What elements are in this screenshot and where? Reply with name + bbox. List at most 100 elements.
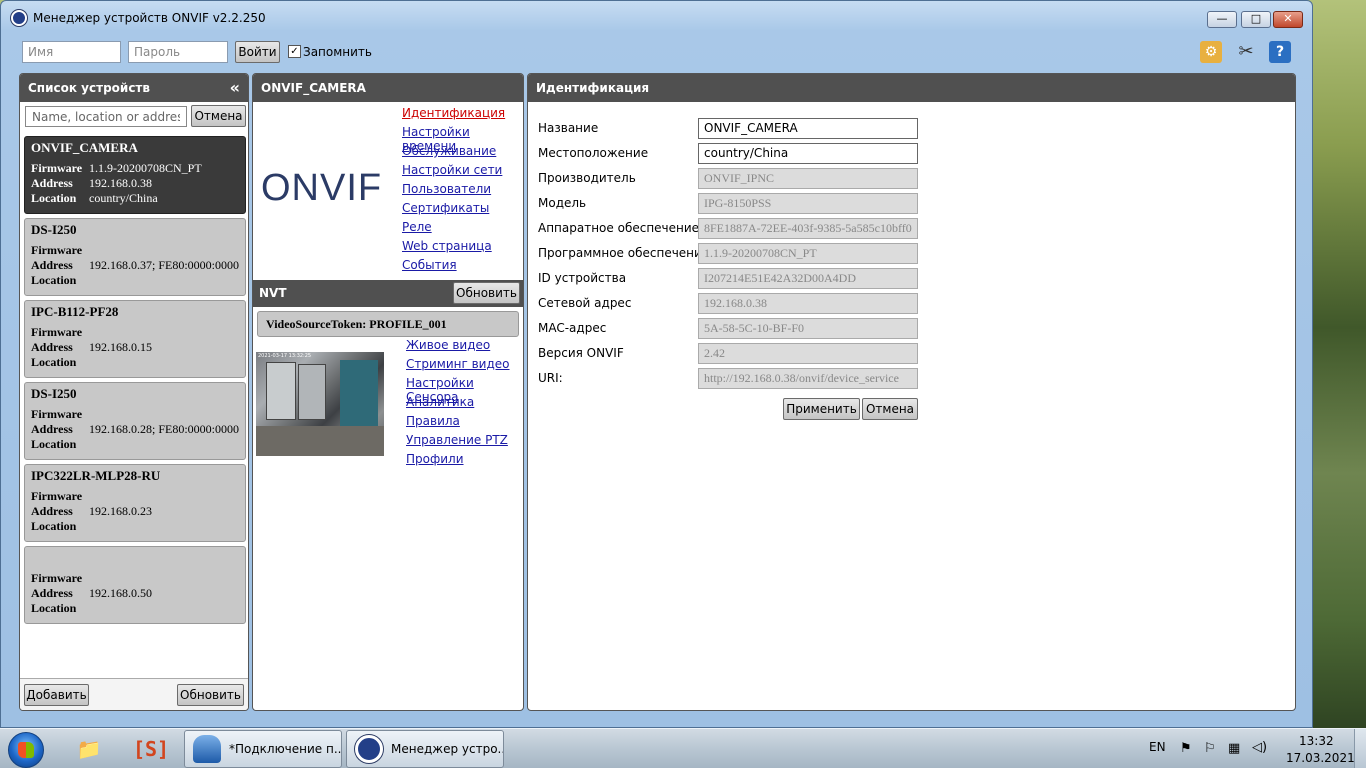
- device-list-panel: Список устройств « Отмена ONVIF_CAMERA F…: [19, 73, 249, 711]
- device-card[interactable]: DS-I250 Firmware Address 192.168.0.28; FE…: [24, 382, 246, 460]
- firmware-label: Firmware: [31, 243, 83, 257]
- menu-rules[interactable]: Правила: [406, 414, 523, 433]
- title-bar[interactable]: Менеджер устройств ONVIF v2.2.250 — □ ✕: [1, 1, 1312, 35]
- address-value: 192.168.0.15: [89, 340, 152, 354]
- refresh-devices-button[interactable]: Обновить: [177, 684, 244, 706]
- device-menu-panel: ONVIF_CAMERA ONVIF Идентификация Настрой…: [252, 73, 524, 711]
- menu-maintenance[interactable]: Обслуживание: [402, 144, 523, 163]
- field-label: Версия ONVIF: [538, 346, 624, 360]
- network-icon[interactable]: ⚙: [1200, 41, 1222, 63]
- network-tray-icon[interactable]: ▦: [1228, 741, 1240, 756]
- onvif-logo: ONVIF: [261, 167, 383, 209]
- location-field[interactable]: country/China: [698, 143, 918, 164]
- volume-icon[interactable]: ◁): [1252, 740, 1267, 755]
- collapse-icon[interactable]: «: [230, 74, 240, 102]
- search-cancel-button[interactable]: Отмена: [191, 105, 246, 127]
- address-label: Address: [31, 422, 73, 436]
- device-card[interactable]: IPC-B112-PF28 Firmware Address 192.168.0.…: [24, 300, 246, 378]
- menu-profiles[interactable]: Профили: [406, 452, 523, 471]
- menu-sensor-settings[interactable]: Настройки Сенсора: [406, 376, 523, 404]
- close-button[interactable]: ✕: [1273, 11, 1303, 28]
- menu-ptz-control[interactable]: Управление PTZ: [406, 433, 523, 452]
- device-panel-title: ONVIF_CAMERA: [253, 74, 523, 102]
- preview-scene: [256, 426, 384, 456]
- device-name: IPC-B112-PF28: [31, 304, 119, 319]
- nvt-refresh-button[interactable]: Обновить: [453, 282, 520, 304]
- clock-date[interactable]: 17.03.2021: [1286, 751, 1355, 765]
- username-input[interactable]: [22, 41, 121, 63]
- identification-panel: Идентификация Название ONVIF_CAMERA Место…: [527, 73, 1296, 711]
- address-label: Address: [31, 340, 73, 354]
- identification-title: Идентификация: [528, 74, 1295, 102]
- apply-button[interactable]: Применить: [783, 398, 860, 420]
- taskbar-wireshark[interactable]: *Подключение п...: [184, 730, 342, 768]
- menu-live-video[interactable]: Живое видео: [406, 338, 523, 357]
- firmware-label: Firmware: [31, 161, 83, 175]
- field-label: ID устройства: [538, 271, 627, 285]
- flag-icon[interactable]: ⚐: [1204, 741, 1216, 756]
- menu-web-page[interactable]: Web страница: [402, 239, 523, 258]
- device-name: IPC322LR-MLP28-RU: [31, 468, 161, 483]
- name-field[interactable]: ONVIF_CAMERA: [698, 118, 918, 139]
- menu-users[interactable]: Пользователи: [402, 182, 523, 201]
- field-label: Сетевой адрес: [538, 296, 632, 310]
- action-center-icon[interactable]: ⚑: [1180, 741, 1192, 756]
- address-value: 192.168.0.50: [89, 586, 152, 600]
- address-value: 192.168.0.28; FE80:0000:0000:: [89, 422, 239, 436]
- show-desktop-button[interactable]: [1354, 729, 1366, 768]
- device-card[interactable]: Firmware Address 192.168.0.50 Location: [24, 546, 246, 624]
- device-list-title-text: Список устройств: [28, 81, 150, 95]
- cancel-button[interactable]: Отмена: [862, 398, 918, 420]
- device-list-title: Список устройств «: [20, 74, 248, 102]
- menu-video-streaming[interactable]: Стриминг видео: [406, 357, 523, 376]
- device-id-field: I207214E51E42A32D00A4DD: [698, 268, 918, 289]
- address-label: Address: [31, 176, 73, 190]
- preview-scene: [298, 364, 326, 420]
- remember-checkbox[interactable]: ✓: [288, 45, 301, 58]
- onvif-version-field: 2.42: [698, 343, 918, 364]
- address-label: Address: [31, 258, 73, 272]
- menu-events[interactable]: События: [402, 258, 523, 277]
- menu-analytics[interactable]: Аналитика: [406, 395, 523, 414]
- maximize-button[interactable]: □: [1241, 11, 1271, 28]
- hardware-field: 8FE1887A-72EE-403f-9385-5a585c10bff0: [698, 218, 918, 239]
- address-value: 192.168.0.38: [89, 176, 152, 190]
- add-device-button[interactable]: Добавить: [24, 684, 89, 706]
- device-card[interactable]: DS-I250 Firmware Address 192.168.0.37; FE…: [24, 218, 246, 296]
- field-label: Аппаратное обеспечение: [538, 221, 700, 235]
- device-name: ONVIF_CAMERA: [31, 140, 138, 155]
- field-label: Модель: [538, 196, 587, 210]
- password-input[interactable]: [128, 41, 228, 63]
- device-card[interactable]: IPC322LR-MLP28-RU Firmware Address 192.16…: [24, 464, 246, 542]
- sublime-icon[interactable]: [S]: [128, 733, 174, 767]
- wireshark-icon: [193, 735, 221, 763]
- explorer-icon[interactable]: 📁: [66, 733, 112, 767]
- menu-identification[interactable]: Идентификация: [402, 106, 523, 125]
- field-label: Производитель: [538, 171, 636, 185]
- manufacturer-field: ONVIF_IPNC: [698, 168, 918, 189]
- help-icon[interactable]: ?: [1269, 41, 1291, 63]
- start-button[interactable]: [8, 732, 44, 768]
- clock-time[interactable]: 13:32: [1299, 734, 1334, 748]
- video-preview[interactable]: 2021-03-17 13:32:25: [256, 352, 384, 456]
- location-value: country/China: [89, 191, 158, 205]
- location-label: Location: [31, 437, 77, 451]
- minimize-button[interactable]: —: [1207, 11, 1237, 28]
- nvt-title: NVT: [259, 286, 287, 300]
- login-button[interactable]: Войти: [235, 41, 280, 63]
- field-label: MAC-адрес: [538, 321, 607, 335]
- device-search-input[interactable]: [25, 106, 187, 127]
- language-indicator[interactable]: EN: [1149, 740, 1166, 754]
- firmware-field: 1.1.9-20200708CN_PT: [698, 243, 918, 264]
- menu-network-settings[interactable]: Настройки сети: [402, 163, 523, 182]
- taskbar-onvif-manager[interactable]: Менеджер устро...: [346, 730, 504, 768]
- menu-time-settings[interactable]: Настройки времени: [402, 125, 523, 153]
- device-card[interactable]: ONVIF_CAMERA Firmware 1.1.9-20200708CN_PT…: [24, 136, 246, 214]
- address-value: 192.168.0.23: [89, 504, 152, 518]
- media-menu: Живое видео Стриминг видео Настройки Сен…: [406, 338, 523, 471]
- profile-selector[interactable]: VideoSourceToken: PROFILE_001: [257, 311, 519, 337]
- device-list-footer: Добавить Обновить: [20, 678, 248, 710]
- tools-icon[interactable]: ✂: [1235, 41, 1257, 63]
- menu-relay[interactable]: Реле: [402, 220, 523, 239]
- menu-certificates[interactable]: Сертификаты: [402, 201, 523, 220]
